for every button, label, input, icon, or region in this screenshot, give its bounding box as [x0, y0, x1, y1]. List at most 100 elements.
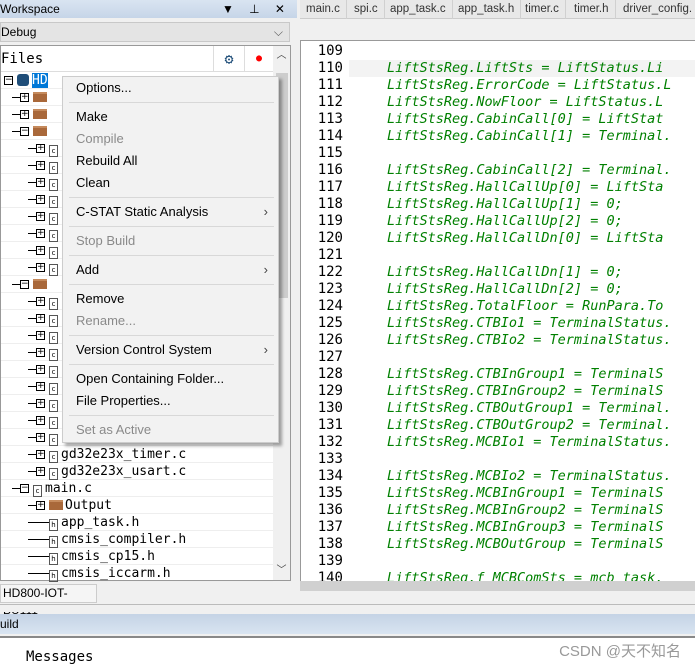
editor-tab[interactable]: app_task.h [452, 0, 522, 19]
expand-icon[interactable]: + [36, 161, 45, 170]
expand-icon[interactable]: + [20, 93, 29, 102]
menu-item-stop-build[interactable]: Stop Build [63, 230, 278, 252]
project-tab[interactable]: HD800-IOT-BU111 [0, 584, 97, 617]
expand-icon[interactable]: + [36, 195, 45, 204]
tree-item[interactable]: + c gd32e23x_usart.c [1, 463, 273, 480]
editor-tab[interactable]: app_task.c [384, 0, 453, 19]
tree-item[interactable]: h cmsis_iccarm.h [1, 565, 273, 582]
menu-item-clean[interactable]: Clean [63, 172, 278, 194]
code-line[interactable]: LiftStsReg.HallCallUp[0] = LiftSta [387, 179, 663, 196]
c-file-icon: c [49, 196, 58, 208]
code-line[interactable]: LiftStsReg.MCBInGroup3 = TerminalS [387, 519, 663, 536]
code-line[interactable]: LiftStsReg.MCBIo2 = TerminalStatus. [387, 468, 671, 485]
menu-item-file-properties[interactable]: File Properties... [63, 390, 278, 412]
code-line[interactable]: LiftStsReg.CTBInGroup2 = TerminalS [387, 383, 663, 400]
code-line[interactable]: LiftStsReg.MCBOutGroup = TerminalS [387, 536, 663, 553]
scroll-down-icon[interactable]: ﹀ [273, 561, 290, 576]
chevron-right-icon: › [263, 204, 268, 219]
code-line[interactable]: LiftStsReg.HallCallDn[2] = 0; [387, 281, 623, 298]
editor-tab[interactable]: spi.c [348, 0, 385, 19]
menu-item-options[interactable]: Options... [63, 77, 278, 99]
editor-tab[interactable]: main.c [300, 0, 347, 19]
expand-icon[interactable]: + [36, 246, 45, 255]
code-line[interactable]: LiftStsReg.CabinCall[2] = Terminal. [387, 162, 671, 179]
code-line[interactable]: LiftStsReg.CabinCall[0] = LiftStat [387, 111, 663, 128]
menu-item-make[interactable]: Make [63, 106, 278, 128]
line-number: 125 [317, 315, 343, 331]
configuration-dropdown[interactable]: Debug ⌵ [0, 22, 290, 42]
tree-item[interactable]: − c main.c [1, 480, 273, 497]
code-line[interactable]: LiftStsReg.MCBIo1 = TerminalStatus. [387, 434, 671, 451]
code-line[interactable]: LiftStsReg.HallCallDn[1] = 0; [387, 264, 623, 281]
expand-icon[interactable]: + [20, 110, 29, 119]
code-line[interactable]: LiftStsReg.CTBInGroup1 = TerminalS [387, 366, 663, 383]
code-line[interactable]: LiftStsReg.LiftSts = LiftStatus.Li [387, 60, 663, 77]
menu-item-remove[interactable]: Remove [63, 288, 278, 310]
code-line[interactable]: LiftStsReg.MCBInGroup2 = TerminalS [387, 502, 663, 519]
window-controls[interactable]: ▼ ⊥ ✕ [222, 0, 291, 18]
expand-icon[interactable]: + [36, 144, 45, 153]
expand-icon[interactable]: + [36, 212, 45, 221]
expand-icon[interactable]: + [36, 501, 45, 510]
code-line[interactable]: LiftStsReg.MCBInGroup1 = TerminalS [387, 485, 663, 502]
c-file-icon: c [49, 213, 58, 225]
code-editor[interactable]: 109 110 111 112 113 114 115 116 117 118 119 120 121 1… [300, 40, 695, 586]
collapse-icon[interactable]: − [20, 127, 29, 136]
menu-item-set-as-active[interactable]: Set as Active [63, 419, 278, 441]
panel-splitter[interactable] [0, 604, 695, 612]
menu-item-rename[interactable]: Rename... [63, 310, 278, 332]
collapse-icon[interactable]: − [4, 76, 13, 85]
menu-item-rebuild-all[interactable]: Rebuild All [63, 150, 278, 172]
menu-item-add[interactable]: Add › [63, 259, 278, 281]
editor-tab[interactable]: timer.c [519, 0, 566, 19]
build-status-dot-icon[interactable]: ● [244, 46, 273, 72]
tree-item[interactable]: h app_task.h [1, 514, 273, 531]
tree-item[interactable]: h cmsis_compiler.h [1, 531, 273, 548]
expand-icon[interactable]: + [36, 365, 45, 374]
menu-item-compile[interactable]: Compile [63, 128, 278, 150]
expand-icon[interactable]: + [36, 178, 45, 187]
folder-icon [33, 109, 47, 119]
expand-icon[interactable]: + [36, 416, 45, 425]
code-line[interactable]: LiftStsReg.HallCallUp[2] = 0; [387, 213, 623, 230]
code-line[interactable]: LiftStsReg.CTBOutGroup2 = Terminal. [387, 417, 671, 434]
c-file-icon: c [49, 264, 58, 276]
menu-item-open-containing-folder[interactable]: Open Containing Folder... [63, 368, 278, 390]
code-line[interactable]: LiftStsReg.CTBIo2 = TerminalStatus. [387, 332, 671, 349]
menu-item-c-stat-static-analysis[interactable]: C-STAT Static Analysis › [63, 201, 278, 223]
editor-tab[interactable]: timer.h [568, 0, 616, 19]
expand-icon[interactable]: + [36, 314, 45, 323]
tree-item[interactable]: h cmsis_cp15.h [1, 548, 273, 565]
expand-icon[interactable]: + [36, 467, 45, 476]
tree-item-content: c [49, 225, 61, 242]
code-line[interactable]: LiftStsReg.HallCallDn[0] = LiftSta [387, 230, 663, 247]
gear-icon[interactable]: ⚙ [213, 46, 244, 72]
tree-item[interactable]: + Output [1, 497, 273, 514]
code-line[interactable]: LiftStsReg.CTBIo1 = TerminalStatus. [387, 315, 671, 332]
menu-item-label: Set as Active [76, 422, 152, 437]
code-line[interactable]: LiftStsReg.ErrorCode = LiftStatus.L [387, 77, 671, 94]
collapse-icon[interactable]: − [20, 484, 29, 493]
menu-item-version-control-system[interactable]: Version Control System › [63, 339, 278, 361]
scroll-up-icon[interactable]: ︿ [273, 46, 290, 61]
code-line[interactable]: LiftStsReg.TotalFloor = RunPara.To [387, 298, 663, 315]
tree-item[interactable]: + c gd32e23x_timer.c [1, 446, 273, 463]
expand-icon[interactable]: + [36, 229, 45, 238]
workspace-title: Workspace [0, 2, 60, 16]
expand-icon[interactable]: + [36, 331, 45, 340]
code-line[interactable]: LiftStsReg.HallCallUp[1] = 0; [387, 196, 623, 213]
collapse-icon[interactable]: − [20, 280, 29, 289]
line-number: 128 [317, 366, 343, 382]
expand-icon[interactable]: + [36, 348, 45, 357]
editor-horizontal-scrollbar[interactable] [300, 581, 695, 591]
code-line[interactable]: LiftStsReg.CTBOutGroup1 = Terminal. [387, 400, 671, 417]
expand-icon[interactable]: + [36, 433, 45, 442]
expand-icon[interactable]: + [36, 297, 45, 306]
expand-icon[interactable]: + [36, 399, 45, 408]
expand-icon[interactable]: + [36, 382, 45, 391]
expand-icon[interactable]: + [36, 263, 45, 272]
code-line[interactable]: LiftStsReg.NowFloor = LiftStatus.L [387, 94, 663, 111]
expand-icon[interactable]: + [36, 450, 45, 459]
code-line[interactable]: LiftStsReg.CabinCall[1] = Terminal. [387, 128, 671, 145]
editor-tab[interactable]: driver_config. [617, 0, 695, 19]
